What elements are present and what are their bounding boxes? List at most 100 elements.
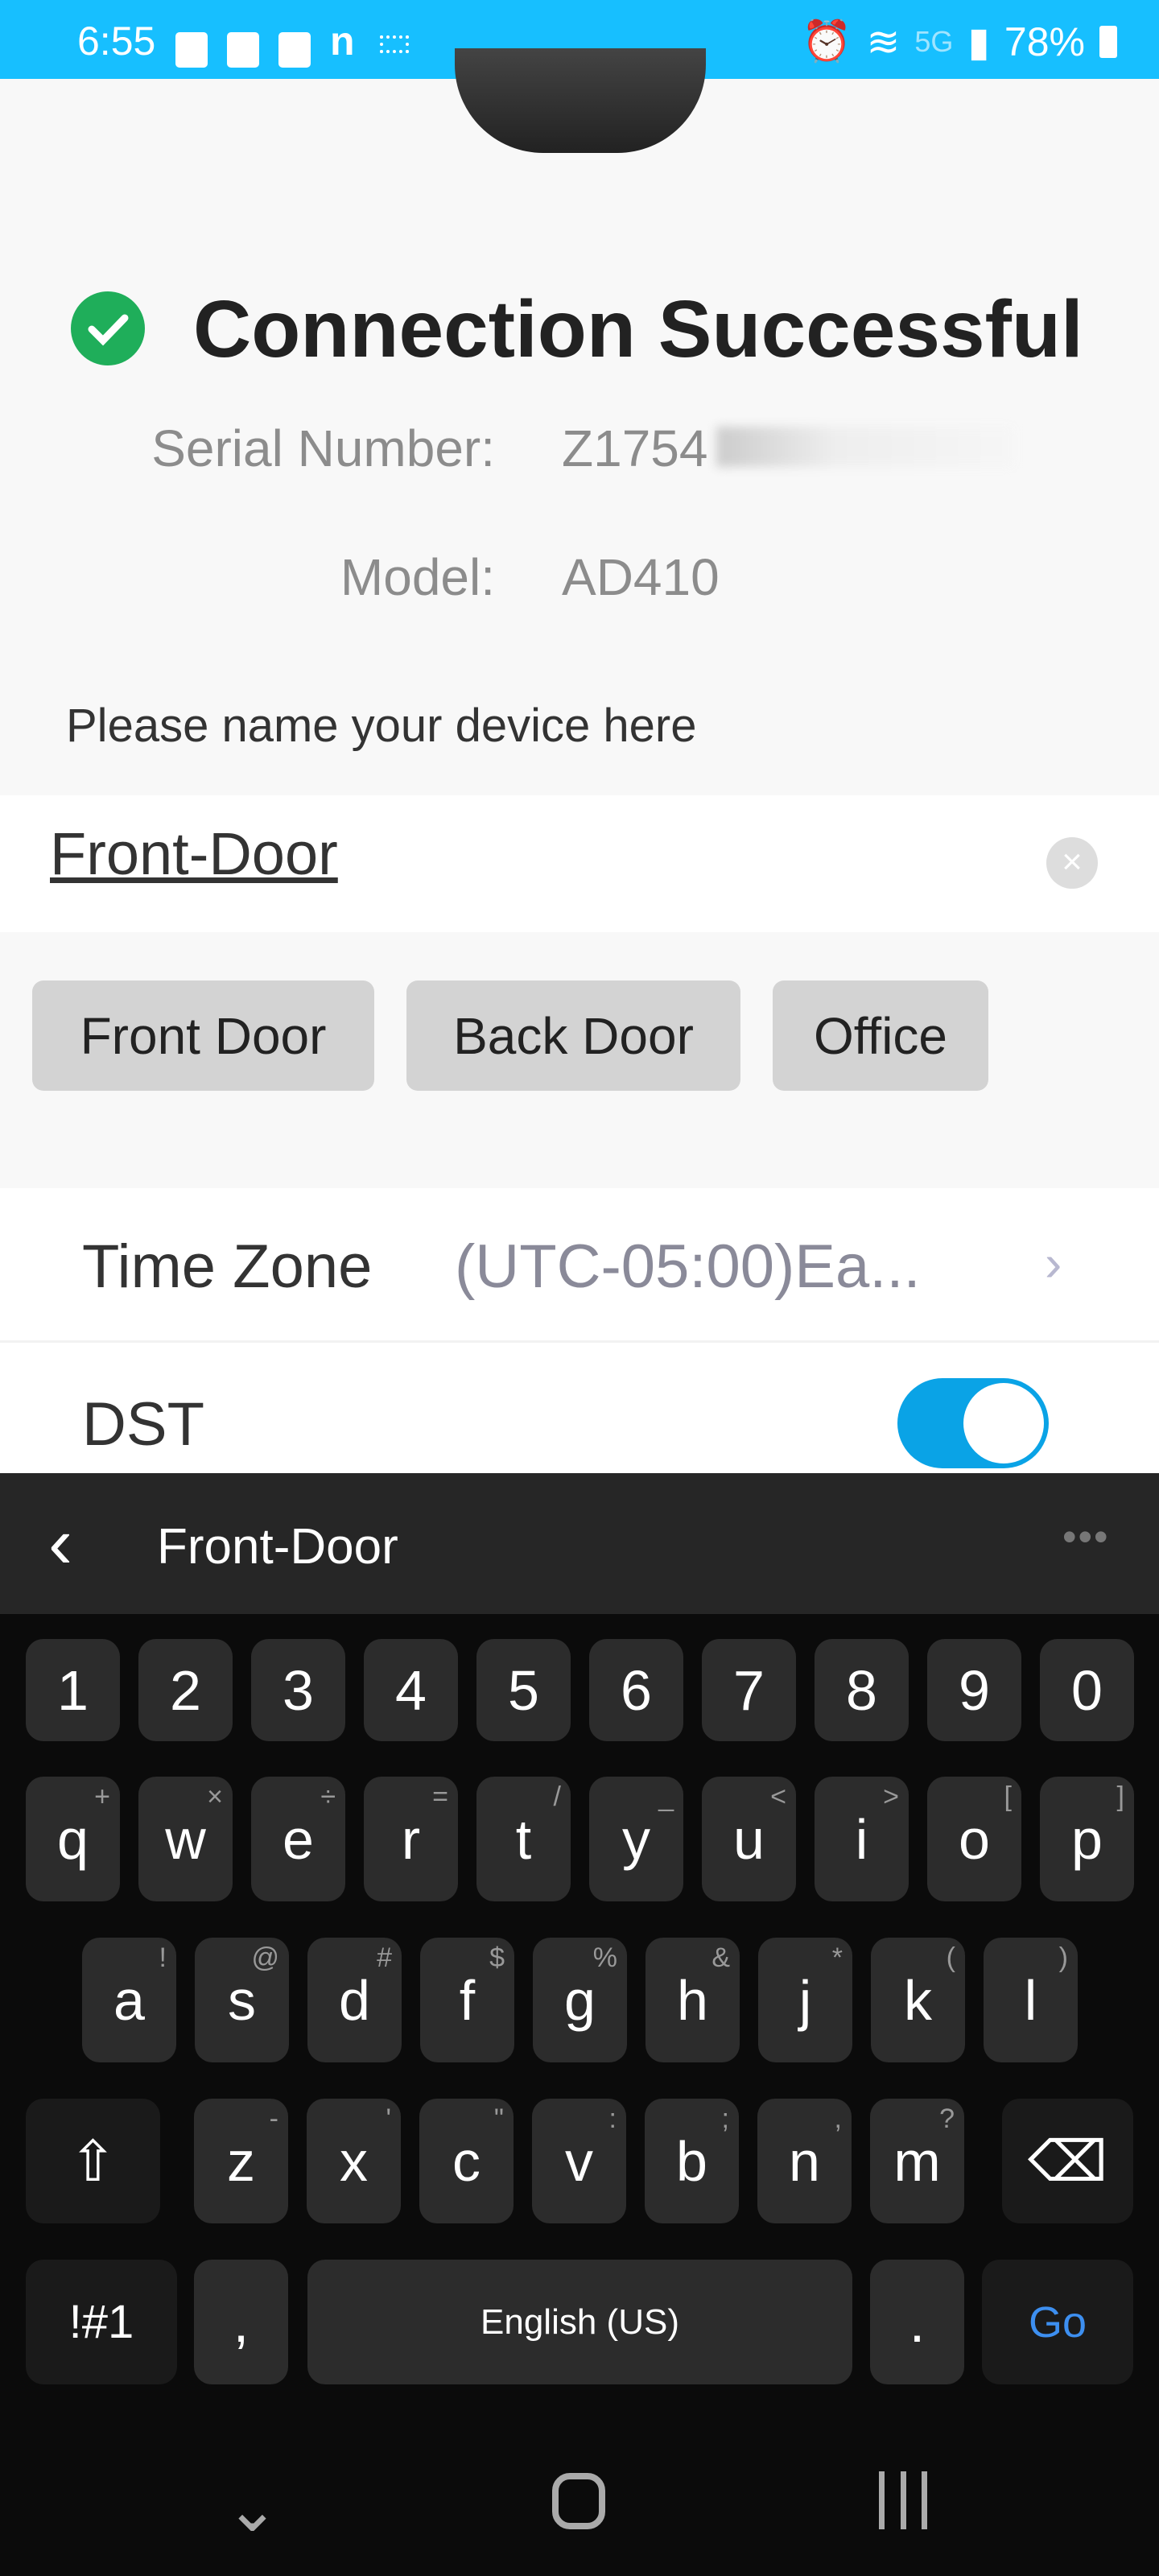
key-8[interactable]: 8 — [815, 1639, 909, 1741]
home-icon[interactable] — [552, 2473, 605, 2529]
back-chevron-icon[interactable]: ‹ — [48, 1502, 72, 1585]
key-label: u — [733, 1807, 765, 1871]
key-v[interactable]: v: — [532, 2099, 626, 2223]
recents-icon[interactable] — [879, 2471, 927, 2529]
backspace-key[interactable]: ⌫ — [1002, 2099, 1133, 2223]
key-w[interactable]: w × — [138, 1777, 233, 1901]
dst-label: DST — [82, 1390, 204, 1459]
shift-key[interactable]: ⇧ — [26, 2099, 160, 2223]
key-9[interactable]: 9 — [927, 1639, 1021, 1741]
key-hint: ' — [386, 2103, 392, 2134]
key-hint: _ — [658, 1781, 674, 1812]
key-hint: $ — [489, 1942, 505, 1973]
time-zone-row[interactable]: Time Zone (UTC-05:00)Ea... › — [0, 1188, 1159, 1343]
key-label: 6 — [621, 1658, 652, 1722]
key-label: l — [1024, 1968, 1037, 2032]
key-2[interactable]: 2 — [138, 1639, 233, 1741]
key-label: s — [228, 1968, 256, 2032]
success-check-icon — [71, 291, 145, 365]
key-label: c — [452, 2129, 481, 2193]
go-key[interactable]: Go — [982, 2260, 1133, 2384]
space-key[interactable]: English (US) — [307, 2260, 852, 2384]
key-5[interactable]: 5 — [476, 1639, 571, 1741]
key-i[interactable]: i > — [815, 1777, 909, 1901]
key-x[interactable]: x ' — [307, 2099, 401, 2223]
key-l[interactable]: l) — [984, 1938, 1078, 2062]
serial-label: Serial Number: — [151, 419, 495, 477]
key-t[interactable]: t / — [476, 1777, 571, 1901]
toggle-knob — [963, 1383, 1044, 1463]
mail-icon — [278, 32, 311, 68]
key-e[interactable]: e ÷ — [251, 1777, 345, 1901]
device-name-input[interactable]: Front-Door — [50, 819, 338, 888]
key-label: 0 — [1071, 1658, 1103, 1722]
comma-key[interactable]: , — [194, 2260, 288, 2384]
key-7[interactable]: 7 — [702, 1639, 796, 1741]
key-label: y — [622, 1807, 650, 1871]
serial-value: Z1754 — [562, 419, 708, 477]
key-hint: * — [831, 1942, 843, 1973]
key-h[interactable]: h & — [645, 1938, 740, 2062]
key-1[interactable]: 1 — [26, 1639, 120, 1741]
key-d[interactable]: d # — [307, 1938, 402, 2062]
key-4[interactable]: 4 — [364, 1639, 458, 1741]
key-label: q — [57, 1807, 89, 1871]
key-hint: ) — [1058, 1942, 1068, 1973]
key-r[interactable]: r = — [364, 1777, 458, 1901]
key-hint: & — [711, 1942, 730, 1973]
network-type: 5G — [914, 24, 954, 58]
dst-toggle[interactable] — [897, 1378, 1049, 1468]
hide-keyboard-icon[interactable]: ⌄ — [225, 2471, 279, 2546]
key-label: 3 — [283, 1658, 314, 1722]
key-n[interactable]: n, — [757, 2099, 852, 2223]
key-6[interactable]: 6 — [589, 1639, 683, 1741]
key-label: o — [959, 1807, 990, 1871]
key-f[interactable]: f $ — [420, 1938, 514, 2062]
key-g[interactable]: g% — [533, 1938, 627, 2062]
time-zone-value: (UTC-05:00)Ea... — [455, 1232, 921, 1301]
key-0[interactable]: 0 — [1040, 1639, 1134, 1741]
key-a[interactable]: a! — [82, 1938, 176, 2062]
status-time: 6:55 — [77, 19, 156, 64]
key-hint: , — [834, 2103, 842, 2134]
key-p[interactable]: p] — [1040, 1777, 1134, 1901]
key-3[interactable]: 3 — [251, 1639, 345, 1741]
key-label: !#1 — [68, 2296, 134, 2348]
keyboard-icon — [380, 35, 409, 53]
key-y[interactable]: y _ — [589, 1777, 683, 1901]
news-icon — [175, 32, 208, 68]
key-hint: > — [883, 1781, 899, 1812]
key-hint: / — [553, 1781, 561, 1812]
suggestion-back-door[interactable]: Back Door — [406, 980, 740, 1091]
name-prompt: Please name your device here — [66, 700, 697, 752]
key-z[interactable]: z- — [194, 2099, 288, 2223]
key-b[interactable]: b; — [645, 2099, 739, 2223]
key-o[interactable]: o[ — [927, 1777, 1021, 1901]
clear-input-icon[interactable]: × — [1046, 837, 1098, 889]
device-name-field[interactable]: Front-Door × — [0, 795, 1159, 932]
key-label: 4 — [395, 1658, 427, 1722]
key-c[interactable]: c " — [419, 2099, 514, 2223]
alarm-icon: ⏰ — [802, 19, 852, 64]
backspace-icon: ⌫ — [1028, 2129, 1107, 2193]
time-zone-label: Time Zone — [82, 1232, 373, 1301]
key-s[interactable]: s @ — [195, 1938, 289, 2062]
key-u[interactable]: u < — [702, 1777, 796, 1901]
key-k[interactable]: k( — [871, 1938, 965, 2062]
key-hint: ( — [946, 1942, 955, 1973]
key-j[interactable]: j * — [758, 1938, 852, 2062]
key-label: Go — [1028, 2297, 1087, 2347]
key-label: k — [904, 1968, 932, 2032]
symbols-key[interactable]: !#1 — [26, 2260, 177, 2384]
key-m[interactable]: m? — [870, 2099, 964, 2223]
key-q[interactable]: q + — [26, 1777, 120, 1901]
key-label: 5 — [508, 1658, 539, 1722]
key-label: 9 — [959, 1658, 990, 1722]
battery-icon — [1099, 25, 1117, 58]
period-key[interactable]: . — [870, 2260, 964, 2384]
key-hint: [ — [1004, 1781, 1012, 1812]
key-label: h — [677, 1968, 708, 2032]
suggestion-office[interactable]: Office — [773, 980, 988, 1091]
suggestion-front-door[interactable]: Front Door — [32, 980, 374, 1091]
more-options-icon[interactable]: ••• — [1062, 1513, 1110, 1560]
